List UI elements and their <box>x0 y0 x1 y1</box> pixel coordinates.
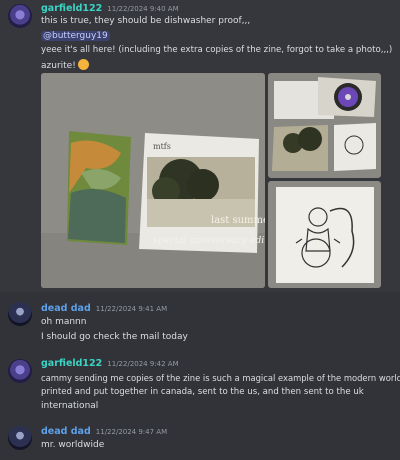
timestamp: 11/22/2024 9:42 AM <box>107 360 179 368</box>
photo-attachment[interactable] <box>268 73 381 178</box>
author-name[interactable]: dead dad 11/22/2024 9:41 AM <box>41 303 167 314</box>
message-text: azurite! <box>41 61 76 71</box>
avatar[interactable] <box>8 4 32 28</box>
message-text: printed and put together in canada, sent… <box>41 387 364 397</box>
photo-attachment[interactable] <box>268 181 381 288</box>
message-text: this is true, they should be dishwasher … <box>41 16 251 26</box>
message: dead dad 11/22/2024 9:47 AM mr. worldwide <box>0 422 400 460</box>
message-text: mr. worldwide <box>41 440 105 450</box>
message: dead dad 11/22/2024 9:41 AM oh mannn I sh… <box>0 298 400 350</box>
author-name[interactable]: garfield122 11/22/2024 9:40 AM <box>41 3 179 14</box>
timestamp: 11/22/2024 9:47 AM <box>95 428 168 436</box>
photo-attachment[interactable]: mtfs last summe special anniversary edit… <box>41 73 265 288</box>
timestamp: 11/22/2024 9:40 AM <box>107 5 179 13</box>
cd-label: mtfs <box>153 142 171 151</box>
author-name[interactable]: garfield122 11/22/2024 9:42 AM <box>41 358 179 369</box>
message: garfield122 11/22/2024 9:42 AM cammy send… <box>0 355 400 415</box>
avatar[interactable] <box>8 302 32 326</box>
cd-title: last summe <box>211 215 265 226</box>
message-text: yeee it's all here! (including the extra… <box>41 45 393 55</box>
timestamp: 11/22/2024 9:41 AM <box>95 305 168 313</box>
message: garfield122 11/22/2024 9:40 AM this is tr… <box>0 0 400 292</box>
avatar[interactable] <box>8 359 32 383</box>
message-text: international <box>41 401 99 411</box>
avatar[interactable] <box>8 426 32 450</box>
emoji-icon <box>77 59 89 70</box>
author-name[interactable]: dead dad 11/22/2024 9:47 AM <box>41 426 167 437</box>
user-mention[interactable]: @butterguy19 <box>41 31 110 41</box>
message-text: cammy sending me copies of the zine is s… <box>41 373 400 383</box>
message-text: oh mannn <box>41 317 87 327</box>
cd-subtitle: special anniversary editio <box>153 235 265 246</box>
message-text: I should go check the mail today <box>41 332 188 342</box>
